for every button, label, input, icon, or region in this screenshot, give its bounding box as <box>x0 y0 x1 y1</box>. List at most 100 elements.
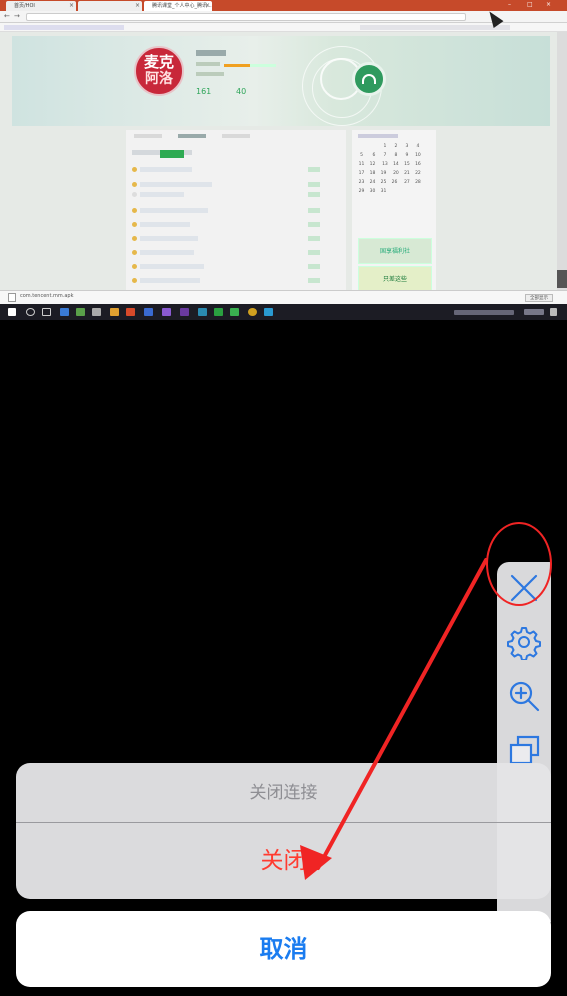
ad-banner[interactable]: 国享福利社 <box>358 238 432 264</box>
bookmark-item[interactable] <box>360 25 510 30</box>
app-icon[interactable] <box>230 308 239 316</box>
download-file-name[interactable]: com.tencent.mm.apk <box>20 293 73 299</box>
calendar-day[interactable]: 4 <box>412 142 423 151</box>
scrollbar[interactable] <box>557 270 567 288</box>
calendar-grid: 1 2 3 45 6 7 8 9 1011 12 13 14 15 1617 18 19 20 21 2223… <box>356 142 434 196</box>
system-tray[interactable] <box>454 310 514 315</box>
back-icon[interactable]: ← <box>4 12 10 20</box>
calendar-day[interactable]: 12 <box>367 160 378 169</box>
list-item-tag <box>308 264 320 269</box>
tab-item-active[interactable] <box>178 134 206 138</box>
ad-banner[interactable]: 只差这些 <box>358 266 432 292</box>
calendar-day[interactable]: 16 <box>412 160 423 169</box>
app-icon[interactable] <box>110 308 119 316</box>
url-input[interactable] <box>26 13 466 21</box>
app-icon[interactable] <box>162 308 171 316</box>
calendar-day[interactable]: 21 <box>401 169 412 178</box>
calendar-day[interactable]: 17 <box>356 169 367 178</box>
close-connection-button[interactable]: 关闭 <box>16 823 551 899</box>
calendar-day[interactable]: 6 <box>368 151 379 160</box>
calendar-day[interactable]: 14 <box>390 160 401 169</box>
windows-taskbar <box>0 304 567 320</box>
list-item[interactable] <box>140 208 208 213</box>
zoom-in-icon[interactable] <box>506 678 542 714</box>
close-icon[interactable]: × <box>135 1 140 11</box>
chrome-icon[interactable] <box>126 308 135 316</box>
ad-banner-text: 国享福利社 <box>379 248 410 255</box>
app-icon[interactable] <box>92 308 101 316</box>
close-icon[interactable]: × <box>69 1 74 11</box>
calendar-day[interactable]: 13 <box>379 160 390 169</box>
calendar-day[interactable]: 1 <box>379 142 390 151</box>
app-icon[interactable] <box>214 308 223 316</box>
calendar-day[interactable]: 23 <box>356 178 367 187</box>
bookmark-item[interactable] <box>4 25 124 30</box>
show-all-downloads-button[interactable]: 全部显示 <box>525 294 553 302</box>
calendar-day[interactable]: 9 <box>401 151 412 160</box>
calendar-day[interactable]: 5 <box>356 151 367 160</box>
calendar-day[interactable]: 8 <box>390 151 401 160</box>
list-item[interactable] <box>140 236 198 241</box>
calendar-day[interactable]: 24 <box>367 178 378 187</box>
list-item[interactable] <box>140 278 200 283</box>
gear-icon[interactable] <box>506 624 542 661</box>
calendar-day[interactable]: 27 <box>401 178 412 187</box>
calendar-day[interactable]: 29 <box>356 187 367 196</box>
browser-tab-bar: 首页/HOI × × 腾讯课堂_个人中心_腾讯... × – □ × <box>0 0 567 11</box>
calendar-day[interactable]: 20 <box>390 169 401 178</box>
list-item-icon <box>132 250 137 255</box>
calendar-day[interactable]: 2 <box>390 142 401 151</box>
calendar-day[interactable]: 18 <box>367 169 378 178</box>
app-icon[interactable] <box>198 308 207 316</box>
avatar[interactable]: 麦克 阿洛 <box>134 46 184 96</box>
browser-tab[interactable]: 首页/HOI × <box>6 1 76 11</box>
app-icon[interactable] <box>60 308 69 316</box>
list-item[interactable] <box>140 182 212 187</box>
avatar-text: 麦克 <box>143 53 174 71</box>
tab-label: 腾讯课堂_个人中心_腾讯... <box>152 3 212 9</box>
calendar-day[interactable]: 25 <box>378 178 389 187</box>
calendar-day[interactable]: 3 <box>401 142 412 151</box>
action-sheet-title: 关闭连接 <box>249 783 318 803</box>
calendar-day[interactable]: 30 <box>367 187 378 196</box>
app-icon[interactable] <box>144 308 153 316</box>
list-item[interactable] <box>140 250 194 255</box>
start-icon[interactable] <box>8 308 16 316</box>
list-item[interactable] <box>140 222 190 227</box>
browser-tab[interactable]: × <box>78 1 142 11</box>
calendar-day[interactable]: 22 <box>412 169 423 178</box>
close-icon[interactable]: × <box>205 1 210 11</box>
visual-studio-icon[interactable] <box>180 308 189 316</box>
calendar-day[interactable]: 10 <box>412 151 423 160</box>
calendar-day[interactable]: 15 <box>401 160 412 169</box>
calendar-day[interactable]: 19 <box>378 169 389 178</box>
calendar-day[interactable]: 7 <box>379 151 390 160</box>
browser-tab-active[interactable]: 腾讯课堂_个人中心_腾讯... × <box>144 1 212 11</box>
calendar-day[interactable]: 26 <box>389 178 400 187</box>
maximize-icon[interactable]: □ <box>527 1 533 8</box>
download-bar: com.tencent.mm.apk 全部显示 <box>0 290 567 304</box>
app-icon[interactable] <box>76 308 85 316</box>
app-icon[interactable] <box>248 308 257 316</box>
clock[interactable] <box>524 309 544 315</box>
calendar-day[interactable]: 11 <box>356 160 367 169</box>
list-item-icon <box>132 192 137 197</box>
forward-icon[interactable]: → <box>14 12 20 20</box>
task-view-icon[interactable] <box>42 308 51 316</box>
calendar-day[interactable]: 28 <box>412 178 423 187</box>
search-icon[interactable] <box>26 308 35 316</box>
list-item-icon <box>132 182 137 187</box>
calendar-day[interactable]: 31 <box>378 187 389 196</box>
app-icon[interactable] <box>264 308 273 316</box>
remote-desktop-view[interactable]: 首页/HOI × × 腾讯课堂_个人中心_腾讯... × – □ × ← → 麦克 … <box>0 0 567 320</box>
stat-1-value: 161 <box>196 87 212 96</box>
cancel-button[interactable]: 取消 <box>16 911 551 987</box>
tab-item[interactable] <box>134 134 162 138</box>
list-item[interactable] <box>140 192 184 197</box>
tab-item[interactable] <box>222 134 250 138</box>
list-item[interactable] <box>140 264 204 269</box>
minimize-icon[interactable]: – <box>508 1 511 8</box>
list-item[interactable] <box>140 167 192 172</box>
close-window-icon[interactable]: × <box>546 1 551 8</box>
notification-icon[interactable] <box>550 308 557 316</box>
